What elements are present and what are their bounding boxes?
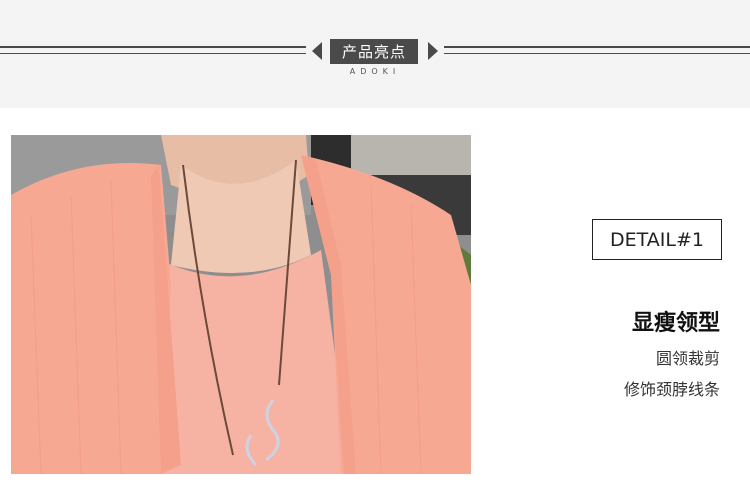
feature-line-1: 圆领裁剪	[655, 349, 720, 368]
header-tab-notch-left	[312, 42, 322, 60]
detail-badge: DETAIL#1	[592, 219, 722, 260]
header-rule-right	[444, 46, 750, 54]
section-subtitle: ADOKI	[349, 67, 401, 76]
product-photo	[11, 135, 471, 474]
feature-line-2: 修饰颈脖线条	[623, 380, 720, 399]
header-tab-notch-right	[428, 42, 438, 60]
feature-heading: 显瘦领型	[631, 311, 720, 336]
section-title: 产品亮点	[330, 39, 418, 64]
header-rule-left	[0, 46, 306, 54]
